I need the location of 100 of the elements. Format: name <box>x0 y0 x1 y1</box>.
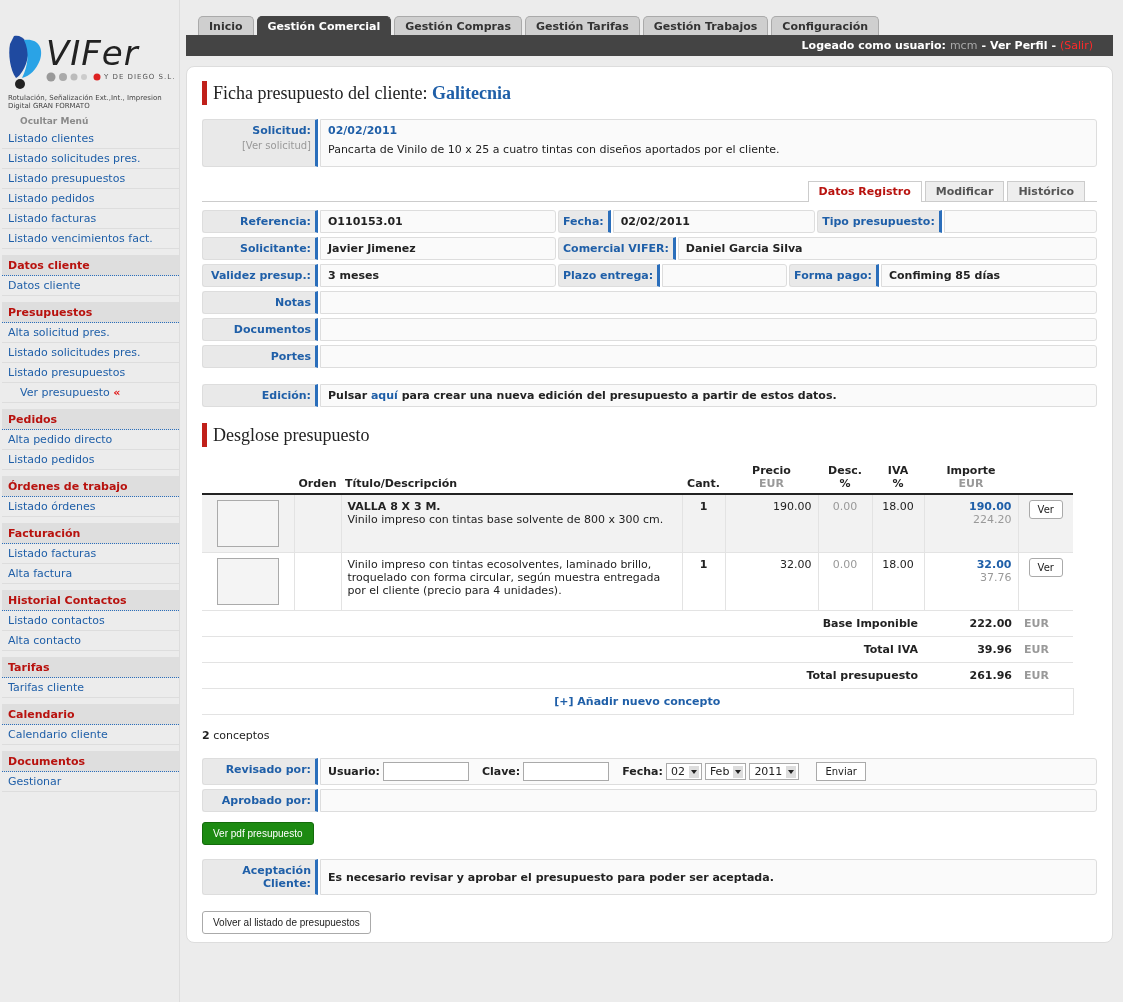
menu-section-heading: Calendario <box>2 704 179 725</box>
section-tab[interactable]: Histórico <box>1007 181 1085 201</box>
field-value: Javier Jimenez <box>320 237 556 260</box>
menu-item[interactable]: Listado pedidos <box>2 189 179 209</box>
acceptance-text: Es necesario revisar y aprobar el presupuesto para poder ser aceptada. <box>328 870 774 884</box>
nav-tab[interactable]: Gestión Trabajos <box>642 16 769 35</box>
field-value: 3 meses <box>320 264 556 287</box>
column-header: Desc. <box>827 464 863 477</box>
menu-item[interactable]: Listado clientes <box>2 129 179 149</box>
discount-cell: 0.00 <box>832 500 858 513</box>
nav-tab[interactable]: Gestión Tarifas <box>524 16 640 35</box>
request-date-link[interactable]: 02/02/2011 <box>328 124 1089 137</box>
column-unit: EUR <box>957 477 985 490</box>
column-header: Precio <box>751 464 792 477</box>
view-button[interactable]: Ver <box>1028 558 1063 577</box>
amount-with-vat-cell-text: 224.20 <box>972 513 1012 526</box>
field-label: Edición: <box>202 384 318 407</box>
date-field-label: Fecha: <box>622 765 663 778</box>
add-concept-link[interactable]: [+] Añadir nuevo concepto <box>554 695 721 708</box>
menu-item[interactable]: Gestionar <box>2 772 179 792</box>
view-button[interactable]: Ver <box>1028 500 1063 519</box>
amount-cell-text: 32.00 <box>975 558 1012 571</box>
day-select[interactable]: 02 <box>665 763 702 780</box>
total-value: 261.96 <box>969 669 1012 682</box>
total-label: Total IVA <box>863 643 918 656</box>
menu-item[interactable]: Listado presupuestos <box>2 169 179 189</box>
caret-icon <box>786 765 797 778</box>
nav-tab[interactable]: Gestión Compras <box>394 16 522 35</box>
price-cell: 190.00 <box>773 500 812 513</box>
menu-item[interactable]: Ver presupuesto « <box>2 383 179 403</box>
amount-with-vat-cell-text: 37.76 <box>979 571 1012 584</box>
section-tab[interactable]: Datos Registro <box>807 181 922 202</box>
field-label: Validez presup.: <box>202 264 318 287</box>
field-label: Comercial VIFER: <box>558 237 676 260</box>
nav-tab[interactable]: Inicio <box>198 16 254 35</box>
photo-placeholder <box>216 500 279 547</box>
column-unit: EUR <box>758 477 785 490</box>
caret-icon <box>688 765 699 778</box>
menu-item[interactable]: Listado solicitudes pres. <box>2 149 179 169</box>
photo-placeholder <box>216 558 279 605</box>
menu-item[interactable]: Listado solicitudes pres. <box>2 343 179 363</box>
menu-item[interactable]: Tarifas cliente <box>2 678 179 698</box>
menu-item[interactable]: Listado facturas <box>2 544 179 564</box>
field-label: Solicitante: <box>202 237 318 260</box>
menu-item[interactable]: Alta contacto <box>2 631 179 651</box>
section-tab[interactable]: Modificar <box>924 181 1005 201</box>
logo-drop-icon <box>8 34 44 90</box>
currency-label: EUR <box>1024 643 1049 656</box>
request-description: Pancarta de Vinilo de 10 x 25 a cuatro tintas con diseños aportados por el cliente. <box>328 143 781 156</box>
field-label: Notas <box>202 291 318 314</box>
menu-item[interactable]: Datos cliente <box>2 276 179 296</box>
here-link[interactable]: aquí <box>370 389 398 402</box>
field-label: Referencia: <box>202 210 318 233</box>
menu-item[interactable]: Calendario cliente <box>2 725 179 745</box>
item-description: Vinilo impreso con tintas base solvente de 800 x 300 cm. <box>347 513 665 526</box>
field-label: Forma pago: <box>789 264 879 287</box>
send-button[interactable]: Enviar <box>816 762 866 781</box>
nav-tab[interactable]: Configuración <box>771 16 880 35</box>
price-cell: 32.00 <box>780 558 812 571</box>
column-header: IVA <box>886 464 910 477</box>
hide-menu-link[interactable]: Ocultar Menú <box>2 110 179 129</box>
user-field-label: Usuario: <box>328 765 380 778</box>
menu-section-heading: Facturación <box>2 523 179 544</box>
menu-item[interactable]: Alta pedido directo <box>2 430 179 450</box>
menu-item[interactable]: Listado pedidos <box>2 450 179 470</box>
dots-icon <box>46 72 102 82</box>
total-value: 222.00 <box>969 617 1012 630</box>
user-input-field[interactable] <box>382 762 469 781</box>
user-label: Logeado como usuario: <box>801 39 946 52</box>
separator: - <box>981 39 986 52</box>
view-pdf-button[interactable]: Ver pdf presupuesto <box>202 822 314 845</box>
menu-item[interactable]: Listado facturas <box>2 209 179 229</box>
separator: - <box>1051 39 1057 52</box>
menu-item[interactable]: Alta solicitud pres. <box>2 323 179 343</box>
currency-label: EUR <box>1024 669 1049 682</box>
nav-tab[interactable]: Gestión Comercial <box>256 16 392 35</box>
menu-section-heading: Tarifas <box>2 657 179 678</box>
year-select[interactable]: 2011 <box>749 763 800 780</box>
column-header: Título/Descripción <box>345 477 459 490</box>
field-value: Daniel Garcia Silva <box>677 237 1097 260</box>
password-field-label: Clave: <box>481 765 521 778</box>
menu-item[interactable]: Listado vencimientos fact. <box>2 229 179 249</box>
password-input-field[interactable] <box>523 762 610 781</box>
field-label: Revisado por: <box>202 758 318 785</box>
menu-section-heading: Historial Contactos <box>2 590 179 611</box>
menu-item[interactable]: Listado contactos <box>2 611 179 631</box>
menu-item[interactable]: Listado presupuestos <box>2 363 179 383</box>
profile-link[interactable]: Ver Perfil <box>989 39 1048 52</box>
menu-section-heading: Datos cliente <box>2 255 179 276</box>
menu-section-heading: Pedidos <box>2 409 179 430</box>
month-select[interactable]: Feb <box>704 763 747 780</box>
menu-section-heading: Documentos <box>2 751 179 772</box>
back-to-list-button[interactable]: Volver al listado de presupuestos <box>202 911 371 934</box>
edition-text: Pulsar aquí para crear una nueva edición del presupuesto a partir de estos datos. <box>328 389 837 402</box>
menu-item[interactable]: Listado órdenes <box>2 497 179 517</box>
field-label: Solicitud: <box>252 124 311 137</box>
menu-item[interactable]: Alta factura <box>2 564 179 584</box>
field-label: Aceptación Cliente: <box>202 859 318 895</box>
field-value: O110153.01 <box>320 210 556 233</box>
caret-icon <box>733 765 744 778</box>
